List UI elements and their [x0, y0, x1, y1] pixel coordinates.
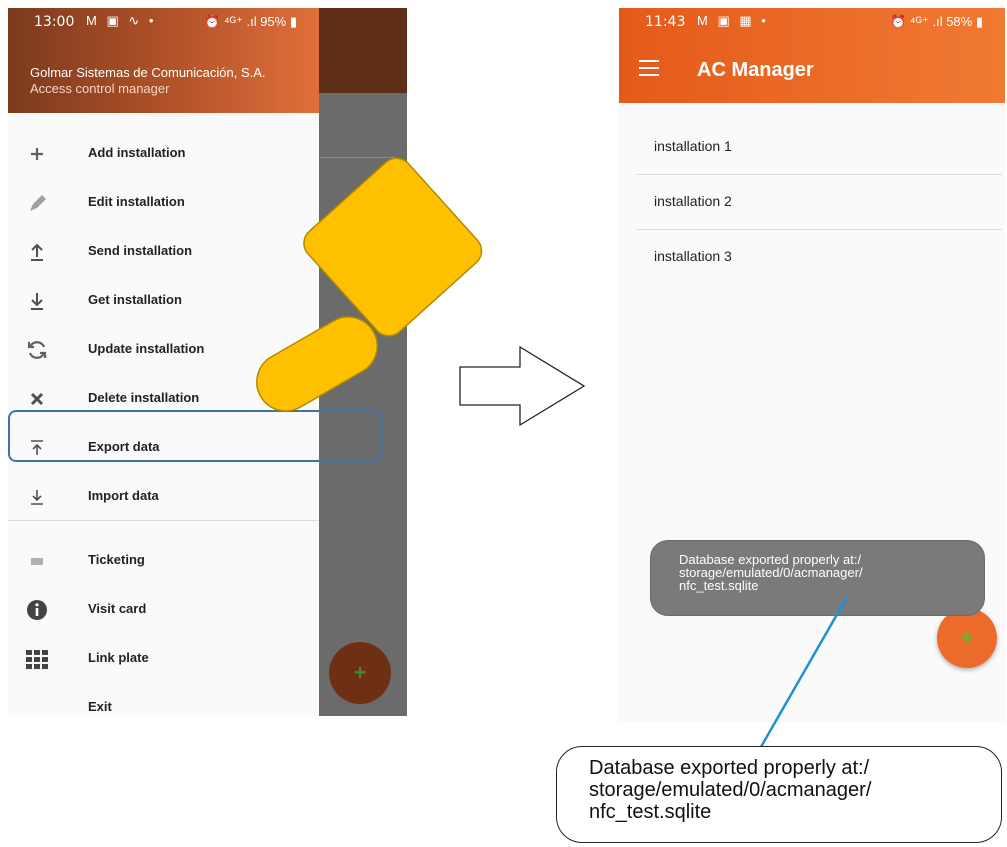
drawer-divider	[8, 520, 319, 521]
plus-icon	[22, 139, 52, 169]
installation-row[interactable]: installation 1	[636, 120, 1002, 175]
menu-item-link-plate[interactable]: Link plate	[8, 636, 319, 682]
menu-item-import-data[interactable]: Import data	[8, 474, 319, 520]
menu-item-visit-card[interactable]: Visit card	[8, 587, 319, 633]
drawer-header: 13:00 M ▣ ∿ • ⏰ ⁴ᴳ⁺ .ıl 95% ▮ Golmar Sis…	[8, 8, 319, 113]
download-icon	[22, 286, 52, 316]
menu-item-label: Send installation	[88, 243, 193, 258]
import-icon	[22, 482, 52, 512]
menu-item-label: Get installation	[88, 292, 182, 307]
company-name: Golmar Sistemas de Comunicación, S.A.	[30, 65, 266, 80]
status-bar: 13:00 M ▣ ∿ • ⏰ ⁴ᴳ⁺ .ıl 95% ▮	[8, 8, 319, 36]
add-installation-fab[interactable]: +	[937, 608, 997, 668]
menu-item-label: Visit card	[88, 601, 147, 616]
installation-label: installation 1	[654, 138, 732, 154]
toast-line: nfc_test.sqlite	[679, 578, 759, 593]
installation-row[interactable]: installation 2	[636, 175, 1002, 230]
callout-line: nfc_test.sqlite	[589, 801, 712, 823]
menu-item-label: Update installation	[88, 341, 205, 356]
system-status-icons: ⏰ ⁴ᴳ⁺ .ıl 58% ▮	[890, 14, 983, 29]
status-time: 11:43	[645, 14, 686, 30]
menu-item-label: Link plate	[88, 650, 149, 665]
installation-label: installation 3	[654, 248, 732, 264]
grid-icon	[22, 644, 52, 674]
status-time: 13:00	[34, 14, 75, 30]
ticket-icon	[22, 546, 52, 576]
notification-icons: M ▣ ∿ •	[86, 13, 157, 28]
callout-line: Database exported properly at:/	[589, 757, 870, 779]
installation-label: installation 2	[654, 193, 732, 209]
callout-line: storage/emulated/0/acmanager/	[589, 779, 872, 801]
add-fab-dimmed[interactable]: +	[329, 642, 391, 704]
menu-item-label: Delete installation	[88, 390, 200, 405]
app-subtitle: Access control manager	[30, 81, 170, 96]
menu-item-ticketing[interactable]: Ticketing	[8, 538, 319, 584]
menu-item-label: Import data	[88, 488, 159, 503]
menu-item-label: Edit installation	[88, 194, 185, 209]
menu-item-label: Add installation	[88, 145, 186, 160]
upload-icon	[22, 237, 52, 267]
menu-item-exit[interactable]: Exit	[8, 685, 319, 716]
zoomed-toast-callout: Database exported properly at:/ storage/…	[556, 746, 1002, 843]
app-title: AC Manager	[697, 59, 814, 81]
menu-item-label: Ticketing	[88, 552, 145, 567]
menu-item-label: Exit	[88, 699, 112, 714]
system-status-icons: ⏰ ⁴ᴳ⁺ .ıl 95% ▮	[204, 14, 297, 29]
installation-row[interactable]: installation 3	[636, 230, 1002, 285]
info-icon	[22, 595, 52, 625]
app-bar: 11:43 M ▣ ▦ • ⏰ ⁴ᴳ⁺ .ıl 58% ▮ AC Manager	[619, 8, 1005, 103]
menu-icon[interactable]	[639, 60, 659, 76]
right-arrow-icon	[459, 345, 586, 427]
status-bar: 11:43 M ▣ ▦ • ⏰ ⁴ᴳ⁺ .ıl 58% ▮	[619, 8, 1005, 36]
notification-icons: M ▣ ▦ •	[697, 13, 769, 28]
refresh-icon	[22, 335, 52, 365]
pencil-icon	[22, 188, 52, 218]
